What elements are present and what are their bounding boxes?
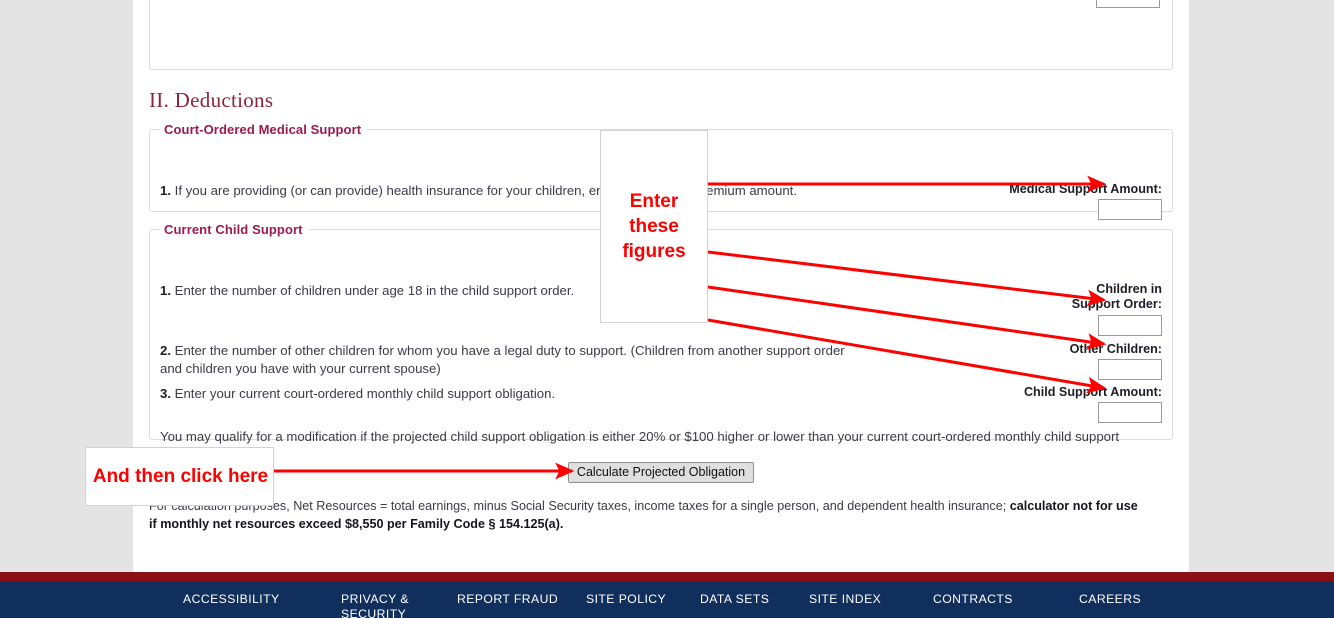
ccs-label1-line1: Children in (1096, 282, 1162, 296)
other-children-input[interactable] (1098, 359, 1162, 380)
medical-support-amount-label: Medical Support Amount: (1009, 182, 1162, 196)
footer-red-band (0, 572, 1334, 581)
page-root: 1. Enter your average monthly self-emplo… (0, 0, 1334, 618)
callout-click-text: And then click here (92, 465, 269, 487)
site-footer: ACCESSIBILITY PRIVACY & SECURITY REPORT FR… (0, 581, 1334, 618)
footer-link-privacy-security[interactable]: PRIVACY & SECURITY (341, 592, 409, 618)
footer-link-contracts[interactable]: CONTRACTS (933, 592, 1013, 607)
calculate-button-wrapper: Calculate Projected Obligation (149, 462, 1173, 483)
medical-item-number: 1. (160, 183, 171, 198)
deductions-heading: II. Deductions (149, 88, 274, 112)
medical-support-amount-input[interactable] (1098, 199, 1162, 220)
ccs-item-2-question: 2. Enter the number of other children fo… (160, 342, 860, 377)
ccs-item-2-text: Enter the number of other children for w… (160, 343, 845, 376)
ccs-item-1-number: 1. (160, 283, 171, 298)
ccs-item-3-number: 3. (160, 386, 171, 401)
ccs-item-1-text: Enter the number of children under age 1… (174, 283, 575, 298)
callout-and-then-click-here: And then click here (85, 447, 274, 506)
disclaimer-line2-bold: if monthly net resources exceed $8,550 p… (149, 517, 564, 531)
callout-enter-these-figures: Enter these figures (600, 130, 708, 323)
ccs-modification-note: You may qualify for a modification if th… (160, 429, 1120, 462)
ccs-item-2-number: 2. (160, 343, 171, 358)
calculate-projected-obligation-button[interactable]: Calculate Projected Obligation (567, 462, 755, 483)
footer-link-site-index[interactable]: SITE INDEX (809, 592, 881, 607)
footer-link-data-sets[interactable]: DATA SETS (700, 592, 769, 607)
disclaimer-line1-bold: calculator not for use (1009, 499, 1138, 513)
child-support-amount-input[interactable] (1098, 402, 1162, 423)
children-in-support-order-label: Children in Support Order: (1072, 282, 1162, 312)
medical-support-question: 1. If you are providing (or can provide)… (160, 182, 860, 200)
footer-nav: ACCESSIBILITY PRIVACY & SECURITY REPORT FR… (0, 581, 1334, 618)
disclaimer-text: For calculation purposes, Net Resources … (149, 497, 1175, 533)
self-employment-section: 1. Enter your average monthly self-emplo… (149, 0, 1173, 70)
self-employment-amount-input[interactable] (1096, 0, 1160, 8)
footer-link-careers[interactable]: CAREERS (1079, 592, 1141, 607)
disclaimer-line1-prefix: For calculation purposes, Net Resources … (149, 499, 1010, 513)
footer-link-accessibility[interactable]: ACCESSIBILITY (183, 592, 280, 607)
other-children-label: Other Children: (1069, 342, 1162, 356)
current-child-support-legend: Current Child Support (164, 222, 303, 237)
ccs-item-3-text: Enter your current court-ordered monthly… (174, 386, 556, 401)
callout-figures-text: Enter these figures (622, 191, 686, 262)
footer-link-site-policy[interactable]: SITE POLICY (586, 592, 666, 607)
medical-support-legend: Court-Ordered Medical Support (164, 122, 362, 137)
ccs-label1-line2: Support Order: (1071, 297, 1162, 311)
footer-link-report-fraud[interactable]: REPORT FRAUD (457, 592, 558, 607)
children-in-support-order-input[interactable] (1098, 315, 1162, 336)
child-support-amount-label: Child Support Amount: (1023, 385, 1162, 399)
ccs-item-3-question: 3. Enter your current court-ordered mont… (160, 385, 860, 403)
